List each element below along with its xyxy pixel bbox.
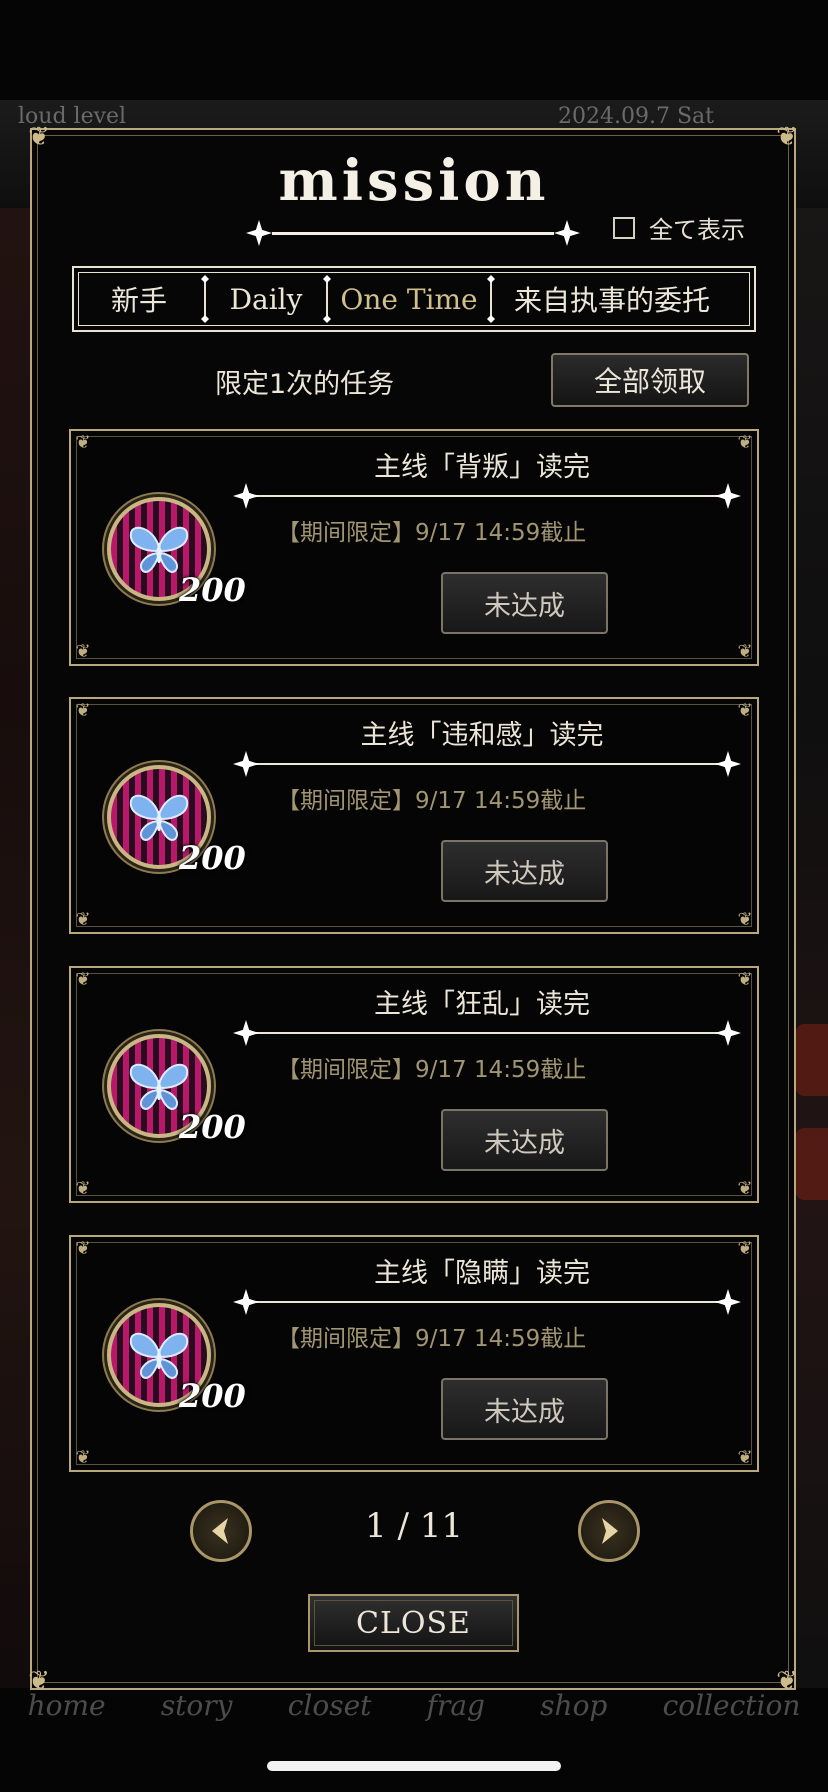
sparkle-icon (715, 1289, 741, 1315)
corner-ornament-icon: ❦ (737, 969, 753, 990)
mission-divider (233, 483, 741, 509)
corner-ornament-icon: ❦ (75, 969, 91, 990)
corner-ornament-icon: ❦ (28, 122, 50, 152)
reward-count: 200 (179, 839, 246, 877)
chevron-left-icon (212, 1518, 228, 1544)
mission-divider (233, 751, 741, 777)
background-scene-right (794, 208, 828, 1688)
corner-ornament-icon: ❦ (737, 432, 753, 453)
mission-deadline: 【期间限定】9/17 14:59截止 (277, 1057, 587, 1083)
corner-ornament-icon: ❦ (737, 700, 753, 721)
tab-one-time[interactable]: One Time (328, 268, 490, 330)
background-badge (796, 1128, 828, 1200)
close-button-label: CLOSE (356, 1605, 471, 1641)
background-date: 2024.09.7 Sat (558, 104, 714, 129)
mission-card: ❦ ❦ ❦ ❦ 200 主线「狂乱」读完 【期间限定】9/17 14:59截止 … (69, 966, 759, 1203)
mission-divider (233, 1289, 741, 1315)
background-scene-left (0, 208, 34, 1688)
claim-all-button[interactable]: 全部领取 (551, 353, 749, 407)
show-all-toggle[interactable]: 全て表示 (613, 210, 745, 245)
corner-ornament-icon: ❦ (28, 1666, 50, 1696)
mission-deadline: 【期间限定】9/17 14:59截止 (277, 1326, 587, 1352)
modal-title: mission (278, 148, 550, 214)
tab-daily[interactable]: Daily (206, 268, 326, 330)
mission-deadline: 【期间限定】9/17 14:59截止 (277, 788, 587, 814)
corner-ornament-icon: ❦ (75, 432, 91, 453)
mission-status-button[interactable]: 未达成 (441, 1378, 608, 1440)
mission-title: 主线「违和感」读完 (360, 720, 604, 751)
next-page-button[interactable] (578, 1500, 640, 1562)
title-underline (246, 220, 580, 246)
home-indicator[interactable] (267, 1761, 561, 1771)
section-title: 限定1次的任务 (215, 369, 395, 400)
corner-ornament-icon: ❦ (776, 1666, 798, 1696)
previous-page-button[interactable] (190, 1500, 252, 1562)
corner-ornament-icon: ❦ (75, 1238, 91, 1259)
sparkle-icon (233, 1289, 259, 1315)
page-indicator: 1 / 11 (365, 1506, 463, 1546)
corner-ornament-icon: ❦ (737, 1238, 753, 1259)
sparkle-icon (233, 1020, 259, 1046)
chevron-right-icon (602, 1518, 618, 1544)
close-button[interactable]: CLOSE (308, 1594, 519, 1652)
mission-title: 主线「背叛」读完 (374, 452, 590, 483)
background-nav-item: frag (426, 1688, 485, 1722)
mission-card: ❦ ❦ ❦ ❦ 200 主线「违和感」读完 【期间限定】9/17 14:59截止… (69, 697, 759, 934)
sparkle-icon (233, 483, 259, 509)
background-nav-item: shop (540, 1688, 608, 1722)
mission-status-button[interactable]: 未达成 (441, 572, 608, 634)
sparkle-icon (233, 751, 259, 777)
reward-count: 200 (179, 1377, 246, 1415)
reward-count: 200 (179, 571, 246, 609)
show-all-checkbox[interactable] (613, 216, 635, 239)
mission-tabs: 新手 Daily One Time 来自执事的委托 (72, 266, 756, 332)
mission-status-button[interactable]: 未达成 (441, 1109, 608, 1171)
sparkle-icon (715, 483, 741, 509)
mission-status-button[interactable]: 未达成 (441, 840, 608, 902)
mission-card: ❦ ❦ ❦ ❦ 200 主线「背叛」读完 【期间限定】9/17 14:59截止 … (69, 429, 759, 666)
mission-deadline: 【期间限定】9/17 14:59截止 (277, 520, 587, 546)
corner-ornament-icon: ❦ (737, 641, 753, 662)
background-badge (796, 1024, 828, 1096)
corner-ornament-icon: ❦ (737, 909, 753, 930)
tab-beginner[interactable]: 新手 (74, 268, 204, 330)
show-all-label: 全て表示 (649, 216, 745, 244)
mission-divider (233, 1020, 741, 1046)
sparkle-icon (715, 1020, 741, 1046)
corner-ornament-icon: ❦ (737, 1178, 753, 1199)
background-nav-item: story (160, 1688, 233, 1722)
background-nav-item: closet (287, 1688, 372, 1722)
mission-card: ❦ ❦ ❦ ❦ 200 主线「隐瞒」读完 【期间限定】9/17 14:59截止 … (69, 1235, 759, 1472)
mission-title: 主线「狂乱」读完 (374, 989, 590, 1020)
corner-ornament-icon: ❦ (75, 641, 91, 662)
corner-ornament-icon: ❦ (75, 700, 91, 721)
sparkle-icon (715, 751, 741, 777)
tab-butler-requests[interactable]: 来自执事的委托 (492, 268, 732, 330)
corner-ornament-icon: ❦ (75, 909, 91, 930)
mission-title: 主线「隐瞒」读完 (374, 1258, 590, 1289)
reward-count: 200 (179, 1108, 246, 1146)
corner-ornament-icon: ❦ (737, 1447, 753, 1468)
corner-ornament-icon: ❦ (776, 122, 798, 152)
corner-ornament-icon: ❦ (75, 1447, 91, 1468)
corner-ornament-icon: ❦ (75, 1178, 91, 1199)
